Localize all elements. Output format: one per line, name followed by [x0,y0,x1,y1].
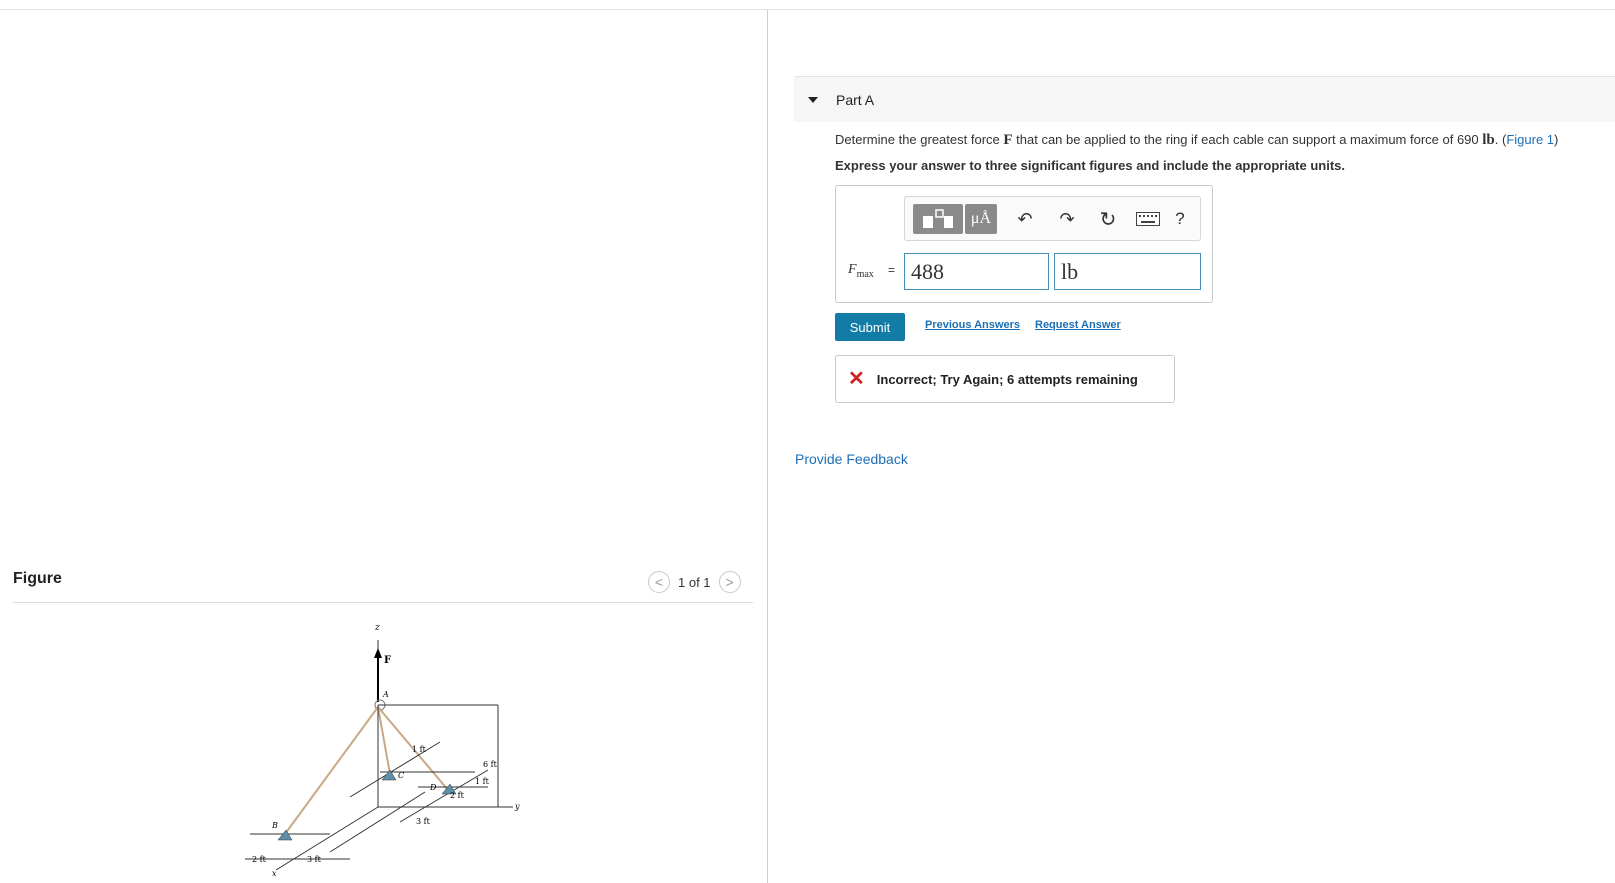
help-button[interactable]: ? [1169,204,1191,234]
cable-ac [377,706,391,775]
reset-icon[interactable]: ↻ [1095,204,1121,234]
previous-answers-link[interactable]: Previous Answers [925,319,1020,331]
grid-3 [349,741,441,798]
keyboard-icon[interactable] [1133,204,1163,234]
undo-icon[interactable]: ↶ [1013,204,1037,234]
part-a-header[interactable]: Part A [794,76,1615,122]
prompt-unit: lb [1482,132,1495,148]
dim-2ft-bottom: 2 ft [252,855,267,864]
question-prompt: Determine the greatest force F that can … [835,132,1558,149]
prev-figure-button[interactable]: < [648,571,670,593]
templates-icon [923,209,953,228]
label-y: y [514,802,520,811]
figure-rule [13,602,753,603]
support-b [277,829,293,841]
feedback-box: ✕ Incorrect; Try Again; 6 attempts remai… [835,355,1175,403]
answer-value-input[interactable]: 488 [904,253,1049,290]
part-title: Part A [836,91,875,108]
label-b: B [271,821,278,830]
label-d: D [429,783,437,792]
cable-ab [284,706,379,835]
dim-1ft-top: 1 ft [412,745,427,754]
prompt-text-2: that can be applied to the ring if each … [1012,132,1483,147]
figure-title: Figure [13,570,62,587]
answer-instructions: Express your answer to three significant… [835,158,1345,173]
panel-divider[interactable] [767,10,768,883]
label-x: x [272,869,277,877]
force-symbol: F [1003,132,1013,148]
incorrect-x-icon: ✕ [848,368,865,390]
provide-feedback-link[interactable]: Provide Feedback [795,451,908,467]
next-figure-button[interactable]: > [718,571,741,593]
answer-unit-input[interactable]: lb [1054,253,1201,290]
caret-down-icon[interactable] [808,96,818,103]
variable-subscript: max [856,268,874,280]
keyboard-glyph [1136,212,1160,226]
answer-box: μÅ ↶ ↷ ↻ ? Fmax = 488 lb [835,185,1213,303]
prompt-text-3: . ( [1494,132,1507,147]
units-button[interactable]: μÅ [965,204,997,234]
dim-6ft: 6 ft [483,760,498,769]
redo-icon[interactable]: ↷ [1055,204,1079,234]
variable-symbol: F [848,262,857,277]
feedback-message: Incorrect; Try Again; 6 attempts remaini… [876,371,1138,387]
prompt-text-1: Determine the greatest force [835,132,1004,147]
dim-3ft-bottom: 3 ft [307,855,322,864]
request-answer-link[interactable]: Request Answer [1035,319,1121,331]
label-a: A [382,690,389,699]
dim-2ft-mid: 2 ft [450,791,465,800]
prompt-close: ) [1554,132,1559,147]
dim-3ft-mid: 3 ft [416,817,431,826]
figure-pager: < 1 of 1 > [648,571,741,593]
math-toolbar: μÅ ↶ ↷ ↻ ? [904,196,1201,241]
top-rule [0,9,1615,10]
label-z: z [374,623,380,633]
label-c: C [398,771,404,780]
pager-text: 1 of 1 [678,574,711,590]
figure-link[interactable]: Figure 1 [1506,132,1554,147]
submit-button[interactable]: Submit [835,313,905,341]
figure-diagram: z F A y x B C D 1 ft 6 ft 1 ft 2 ft 3 ft… [245,623,520,877]
label-f: F [384,655,391,666]
variable-label: Fmax [848,262,874,280]
equals-sign: = [888,263,896,277]
dim-1ft-right: 1 ft [475,777,490,786]
force-arrowhead [374,648,382,658]
templates-button[interactable] [913,204,963,234]
